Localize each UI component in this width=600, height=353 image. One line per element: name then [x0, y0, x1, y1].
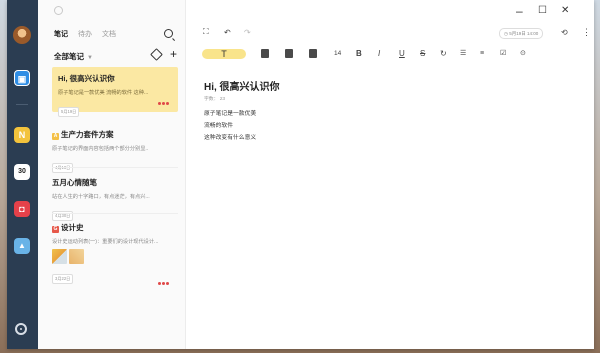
app-calendar-icon[interactable]: 30 — [14, 164, 30, 180]
note-title: Hi, 很高兴认识你 — [58, 74, 115, 83]
italic-icon[interactable]: I — [378, 49, 380, 59]
priority-dots-icon — [158, 282, 170, 285]
settings-gear-icon[interactable] — [15, 323, 27, 335]
note-preview: 原子笔记是一款优美 流畅的软件 这种... — [58, 90, 149, 96]
add-note-button[interactable]: + — [170, 48, 177, 60]
underline-icon[interactable]: U — [399, 49, 405, 59]
avatar[interactable] — [13, 26, 31, 44]
badge-g-icon: G — [52, 226, 59, 233]
note-title-text: 设计史 — [61, 223, 84, 232]
note-date: 4月18日 — [52, 163, 74, 173]
note-card[interactable]: 五月心情随笔 站在人生的十字路口，有点迷茫，有点兴... 4月30日 — [52, 177, 178, 222]
thumbnail-image — [69, 249, 84, 264]
note-preview: 站在人生的十字路口，有点迷茫，有点兴... — [52, 194, 150, 200]
badge-a-icon: A — [52, 133, 59, 140]
bullet-list-icon[interactable]: ☰ — [460, 49, 466, 59]
date-pill[interactable]: ◷ 5月19日 14:00 — [499, 28, 544, 39]
tab-notes[interactable]: 笔记 — [54, 29, 68, 39]
list-tabs: 笔记 待办 文档 — [54, 29, 116, 39]
rotate-icon[interactable]: ↻ — [440, 49, 447, 59]
layout-style-icon[interactable] — [309, 49, 317, 58]
notes-filter-dropdown[interactable]: 全部笔记 ▼ — [54, 51, 93, 62]
editor-pane: – ☐ ✕ ⛶ ↶ ↷ T 14 B I U S ↻ ☰ ≡ ☑ ⊙ ◷ 5月1… — [186, 0, 594, 349]
maximize-button[interactable]: ☐ — [538, 6, 547, 16]
window-menu-icon[interactable] — [54, 6, 63, 15]
note-title: G 设计史 — [52, 222, 178, 233]
block-style-icon[interactable] — [261, 49, 269, 58]
note-card[interactable]: G 设计史 设计史运动列表(一)：重要们的设计现代设计... 3月22日 — [52, 222, 178, 285]
document-line[interactable]: 这种改变有什么意义 — [204, 132, 256, 141]
list-divider — [52, 213, 178, 214]
format-toolbar: T 14 B I U S ↻ ☰ ≡ ☑ ⊙ — [186, 48, 594, 62]
highlight-text-button[interactable]: T — [202, 49, 246, 59]
thumbnail-image — [52, 249, 67, 264]
tab-todo[interactable]: 待办 — [78, 29, 92, 39]
document-title[interactable]: Hi, 很高兴认识你 — [204, 78, 280, 93]
date-label: 5月19日 14:00 — [509, 31, 539, 36]
note-title: A 生产力套件方案 — [52, 129, 178, 140]
fullscreen-icon[interactable]: ⛶ — [203, 27, 209, 37]
app-tasks-icon[interactable]: ◘ — [14, 201, 30, 217]
note-title-text: 生产力套件方案 — [61, 130, 114, 139]
note-list-pane: 笔记 待办 文档 全部笔记 ▼ + Hi, 很高兴认识你 原子笔记是一款优美 流畅… — [38, 0, 186, 349]
more-circle-icon[interactable]: ⊙ — [520, 49, 526, 59]
document-line[interactable]: 原子笔记是一款优美 — [204, 108, 256, 117]
undo-icon[interactable]: ↶ — [224, 28, 231, 38]
tab-docs[interactable]: 文档 — [102, 29, 116, 39]
app-photos-icon[interactable]: ▲ — [14, 238, 30, 254]
word-count: 字数： 23 — [204, 97, 226, 102]
more-options-icon[interactable]: ⋮ — [582, 27, 591, 37]
chevron-down-icon: ▼ — [87, 55, 93, 61]
close-button[interactable]: ✕ — [561, 6, 569, 16]
note-card[interactable]: Hi, 很高兴认识你 原子笔记是一款优美 流畅的软件 这种... 5月19日 — [52, 67, 178, 117]
sidebar-divider — [16, 104, 28, 105]
note-date: 5月19日 — [58, 107, 80, 117]
font-size-select[interactable]: 14 — [334, 49, 341, 59]
note-date: 3月22日 — [52, 274, 74, 284]
search-icon[interactable] — [164, 29, 173, 38]
redo-icon[interactable]: ↷ — [244, 28, 251, 38]
app-window: ▣ N 30 ◘ ▲ 笔记 待办 文档 全部笔记 ▼ + Hi, 很高兴认识你 原… — [7, 0, 594, 349]
filter-label: 全部笔记 — [54, 52, 84, 61]
note-preview: 原子笔记的界面内容包括两个部分分别显.. — [52, 146, 149, 152]
minimize-button[interactable]: – — [516, 5, 523, 17]
bold-icon[interactable]: B — [356, 49, 362, 59]
note-thumbnails — [52, 249, 178, 264]
app-sidebar: ▣ N 30 ◘ ▲ — [7, 0, 38, 349]
numbered-list-icon[interactable]: ≡ — [480, 49, 484, 59]
note-preview: 设计史运动列表(一)：重要们的设计现代设计... — [52, 239, 159, 245]
document-line[interactable]: 流畅的软件 — [204, 120, 233, 129]
list-divider — [52, 167, 178, 168]
strikethrough-icon[interactable]: S — [420, 49, 425, 59]
note-title: 五月心情随笔 — [52, 178, 97, 187]
share-icon[interactable]: ⟲ — [561, 28, 568, 38]
priority-dots-icon — [158, 102, 170, 105]
app-notes-icon[interactable]: N — [14, 127, 30, 143]
tag-icon[interactable] — [150, 48, 163, 61]
paragraph-style-icon[interactable] — [285, 49, 293, 58]
app-cube-icon[interactable]: ▣ — [14, 70, 30, 86]
checkbox-icon[interactable]: ☑ — [500, 49, 506, 59]
